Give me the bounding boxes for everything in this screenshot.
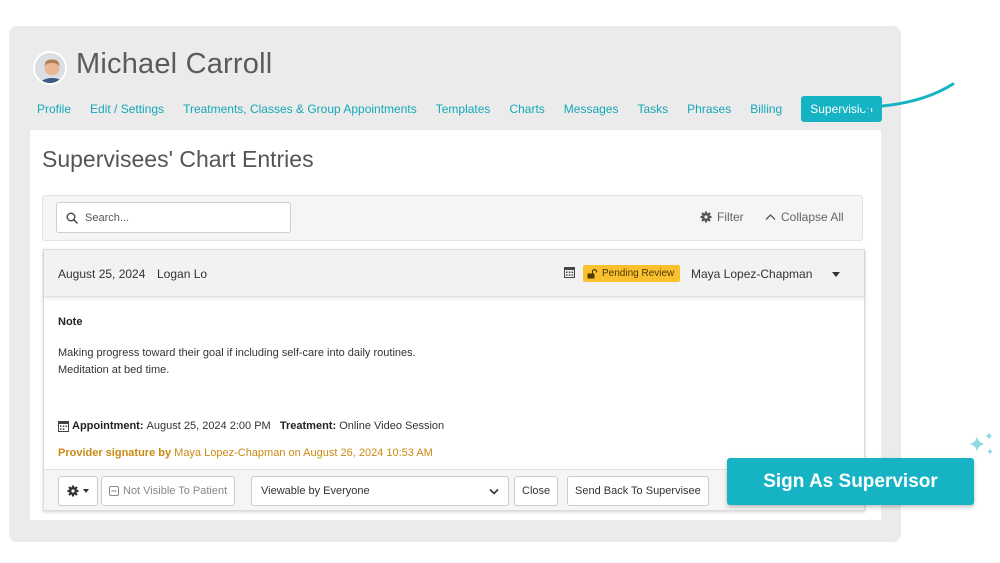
status-badge: Pending Review — [583, 265, 681, 282]
chevron-up-icon — [765, 214, 776, 220]
calendar-icon — [564, 267, 575, 278]
note-label: Note — [58, 316, 83, 328]
pointer-arrow-icon — [860, 82, 955, 116]
chevron-down-icon[interactable] — [832, 272, 840, 277]
visibility-toggle-button[interactable]: Not Visible To Patient — [101, 476, 236, 506]
caret-down-icon — [83, 489, 89, 493]
send-back-button[interactable]: Send Back To Supervisee — [567, 476, 709, 506]
filter-button[interactable]: Filter — [700, 210, 744, 224]
tab-treatments[interactable]: Treatments, Classes & Group Appointments — [183, 102, 417, 116]
settings-dropdown-button[interactable] — [58, 476, 98, 506]
entry-header[interactable]: August 25, 2024 Logan Lo Pending Review … — [44, 250, 864, 297]
unlock-icon — [587, 268, 598, 278]
provider-signature: Provider signature by Maya Lopez-Chapman… — [58, 447, 433, 459]
status-badge-label: Pending Review — [602, 268, 675, 279]
close-button[interactable]: Close — [514, 476, 559, 506]
signature-text: Maya Lopez-Chapman on August 26, 2024 10… — [174, 447, 433, 459]
note-line: Making progress toward their goal if inc… — [58, 347, 416, 359]
visibility-label: Not Visible To Patient — [123, 485, 228, 497]
page-title: Supervisees' Chart Entries — [42, 146, 314, 172]
tab-messages[interactable]: Messages — [564, 102, 619, 116]
search-icon — [66, 212, 78, 224]
gear-icon — [67, 485, 79, 497]
treatment-label: Treatment: — [279, 420, 337, 432]
collapse-all-button[interactable]: Collapse All — [765, 210, 844, 224]
tab-tasks[interactable]: Tasks — [637, 102, 668, 116]
gear-icon — [700, 211, 712, 223]
entry-supervisor: Maya Lopez-Chapman — [691, 267, 813, 281]
chevron-down-icon — [489, 488, 499, 495]
patient-avatar — [33, 51, 67, 85]
viewable-selected-value: Viewable by Everyone — [261, 485, 370, 497]
checkbox-icon — [109, 486, 119, 496]
tab-bar: Profile Edit / Settings Treatments, Clas… — [37, 95, 882, 122]
appointment-label: Appointment: — [72, 420, 144, 432]
sign-as-supervisor-button[interactable]: Sign As Supervisor — [727, 458, 974, 505]
tab-profile[interactable]: Profile — [37, 102, 71, 116]
patient-name: Michael Carroll — [76, 48, 273, 80]
search-box[interactable] — [56, 202, 291, 233]
filter-label: Filter — [717, 210, 744, 224]
note-body: Making progress toward their goal if inc… — [58, 345, 416, 379]
tab-billing[interactable]: Billing — [750, 102, 782, 116]
entry-date: August 25, 2024 — [58, 267, 146, 281]
viewable-select[interactable]: Viewable by Everyone — [251, 476, 509, 506]
search-input[interactable] — [85, 211, 275, 224]
note-line: Meditation at bed time. — [58, 364, 170, 376]
appointment-info: Appointment: August 25, 2024 2:00 PM Tre… — [58, 420, 444, 432]
tab-edit-settings[interactable]: Edit / Settings — [90, 102, 164, 116]
tab-charts[interactable]: Charts — [509, 102, 544, 116]
treatment-value: Online Video Session — [339, 420, 445, 432]
appointment-value: August 25, 2024 2:00 PM — [146, 420, 271, 432]
sparkle-icon — [969, 432, 993, 455]
signature-prefix: Provider signature by — [58, 447, 172, 459]
collapse-all-label: Collapse All — [781, 210, 844, 224]
calendar-icon — [58, 421, 69, 432]
tab-phrases[interactable]: Phrases — [687, 102, 731, 116]
tab-templates[interactable]: Templates — [436, 102, 491, 116]
entry-patient: Logan Lo — [157, 267, 208, 281]
